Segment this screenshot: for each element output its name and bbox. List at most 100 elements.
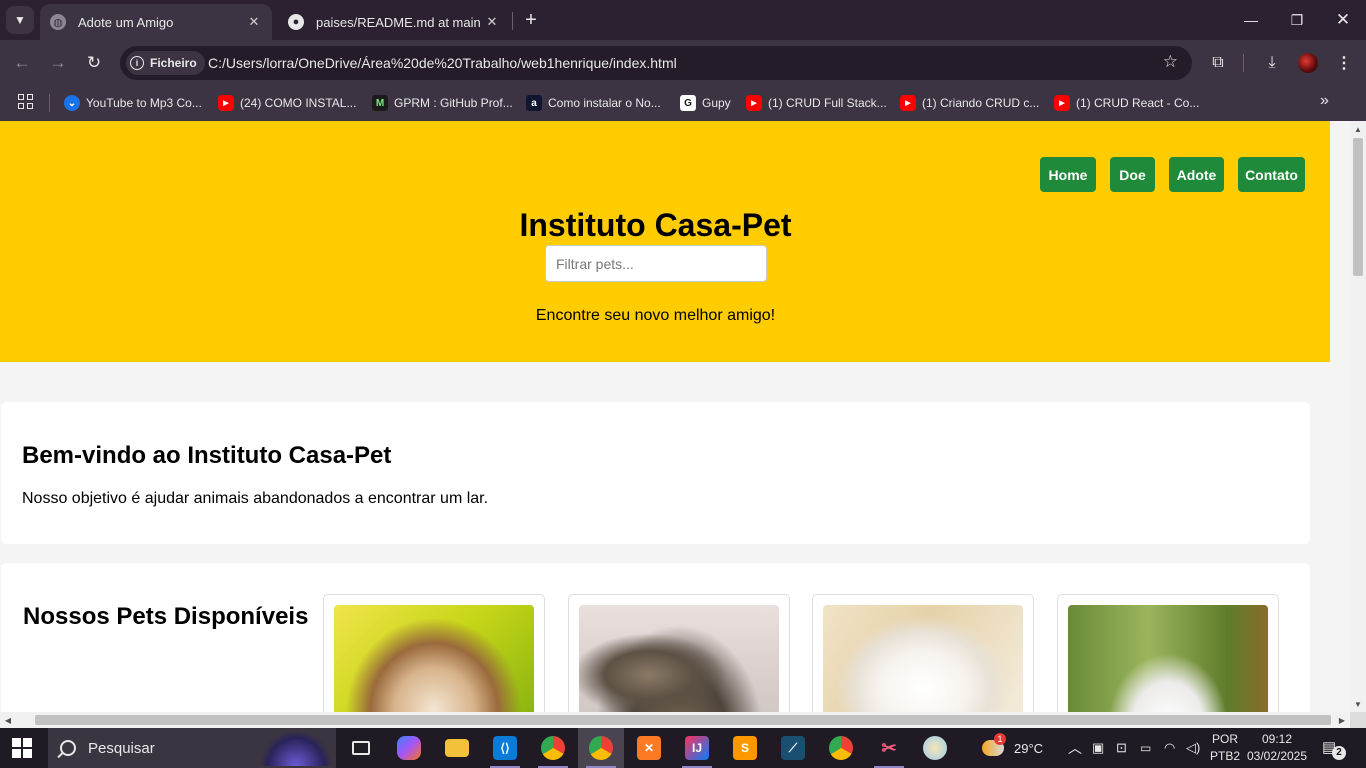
tray-overflow-icon[interactable]: ︿ xyxy=(1068,728,1082,768)
vertical-scrollbar[interactable]: ▲ ▼ xyxy=(1350,121,1366,712)
weather-temperature: 29°C xyxy=(1014,740,1044,756)
site-info-chip[interactable]: i Ficheiro xyxy=(126,51,205,75)
globe-icon: ◍ xyxy=(50,14,66,30)
tab-divider xyxy=(512,12,513,30)
bookmark-como-instalar-no[interactable]: a Como instalar o No... xyxy=(526,92,661,114)
device-icon[interactable]: ⊡ xyxy=(1116,728,1127,768)
taskbar-chrome-secondary[interactable] xyxy=(818,728,864,768)
back-button[interactable]: ← xyxy=(9,50,35,76)
weather-cloud-icon: 1 xyxy=(982,733,1006,756)
youtube-icon: ▶ xyxy=(746,95,762,111)
taskbar-xampp[interactable]: ✕ xyxy=(626,728,672,768)
bookmark-gupy[interactable]: G Gupy xyxy=(680,92,731,114)
scissors-icon: ✂ xyxy=(881,737,897,758)
tab-search-button[interactable]: ▼ xyxy=(6,6,34,34)
pet-card[interactable] xyxy=(1057,594,1279,712)
site-tagline: Encontre seu novo melhor amigo! xyxy=(535,307,776,324)
reload-button[interactable]: ↻ xyxy=(81,50,107,76)
taskbar-intellij[interactable]: IJ xyxy=(674,728,720,768)
taskbar-sublime[interactable]: S xyxy=(722,728,768,768)
scroll-up-arrow-icon[interactable]: ▲ xyxy=(1350,121,1366,137)
meet-now-icon[interactable]: ▣ xyxy=(1092,728,1104,768)
tab-strip: ▼ ◍ Adote um Amigo ✕ ● paises/README.md … xyxy=(0,0,1366,40)
mysql-workbench-icon: ⟋ xyxy=(781,736,805,760)
nav-doe-button[interactable]: Doe xyxy=(1110,157,1155,192)
pet-card[interactable] xyxy=(568,594,790,712)
paint-palette-icon xyxy=(923,736,947,760)
taskbar-mysql-workbench[interactable]: ⟋ xyxy=(770,728,816,768)
scroll-down-arrow-icon[interactable]: ▼ xyxy=(1350,696,1366,712)
close-tab-icon[interactable]: ✕ xyxy=(246,14,262,30)
address-bar[interactable]: i Ficheiro C:/Users/lorra/OneDrive/Área%… xyxy=(120,46,1192,80)
wifi-icon[interactable]: ◠ xyxy=(1164,728,1175,768)
menu-kebab-icon[interactable]: ⋮ xyxy=(1331,50,1357,76)
volume-icon[interactable]: ◁) xyxy=(1186,728,1200,768)
apps-grid-icon[interactable] xyxy=(18,94,34,110)
task-view-button[interactable] xyxy=(338,728,384,768)
close-window-button[interactable]: ✕ xyxy=(1320,0,1366,40)
bookmark-star-icon[interactable]: ☆ xyxy=(1163,52,1178,72)
horizontal-scroll-thumb[interactable] xyxy=(35,715,1331,725)
bookmark-crud-full-stack[interactable]: ▶ (1) CRUD Full Stack... xyxy=(746,92,887,114)
clock-time: 09:12 xyxy=(1261,732,1293,746)
info-icon: i xyxy=(130,56,144,70)
pets-section: Nossos Pets Disponíveis xyxy=(1,563,1310,712)
profile-avatar[interactable] xyxy=(1298,53,1318,73)
page-viewport: Home Doe Adote Contato Instituto Casa-Pe… xyxy=(0,121,1350,712)
nav-contato-button[interactable]: Contato xyxy=(1238,157,1305,192)
notification-center-icon[interactable]: ▤ 2 xyxy=(1322,738,1346,760)
taskbar-search-box[interactable]: Pesquisar xyxy=(48,728,336,768)
extensions-icon[interactable]: ⧉ xyxy=(1205,50,1231,76)
filter-pets-input[interactable] xyxy=(545,245,767,282)
taskbar-paint[interactable] xyxy=(912,728,958,768)
scroll-right-arrow-icon[interactable]: ▶ xyxy=(1334,712,1350,728)
taskbar-snipping-tool[interactable]: ✂ xyxy=(866,728,912,768)
gprm-icon: M xyxy=(372,95,388,111)
tab-adote-um-amigo[interactable]: ◍ Adote um Amigo ✕ xyxy=(40,4,272,40)
nav-adote-button[interactable]: Adote xyxy=(1169,157,1224,192)
bookmark-crud-react[interactable]: ▶ (1) CRUD React - Co... xyxy=(1054,92,1199,114)
bookmark-label: Como instalar o No... xyxy=(548,96,661,110)
horizontal-scrollbar[interactable]: ◀ ▶ xyxy=(0,712,1350,728)
xampp-icon: ✕ xyxy=(637,736,661,760)
input-language-indicator[interactable]: POR PTB2 xyxy=(1208,731,1242,765)
more-bookmarks-icon[interactable]: » xyxy=(1320,92,1329,110)
bookmark-label: YouTube to Mp3 Co... xyxy=(86,96,202,110)
youtube-icon: ▶ xyxy=(900,95,916,111)
a-letter-icon: a xyxy=(526,95,542,111)
search-highlight-art xyxy=(260,730,332,766)
task-view-icon xyxy=(352,741,370,755)
pet-card[interactable] xyxy=(323,594,545,712)
minimize-button[interactable]: — xyxy=(1228,0,1274,40)
welcome-heading: Bem-vindo ao Instituto Casa-Pet xyxy=(22,442,392,469)
chrome-icon xyxy=(829,736,853,760)
nav-home-button[interactable]: Home xyxy=(1040,157,1096,192)
taskbar-copilot[interactable] xyxy=(386,728,432,768)
copilot-icon xyxy=(397,736,421,760)
windows-start-icon[interactable] xyxy=(12,738,32,758)
restore-button[interactable]: ❐ xyxy=(1274,0,1320,40)
pet-card[interactable] xyxy=(812,594,1034,712)
new-tab-button[interactable]: + xyxy=(520,8,542,32)
weather-widget[interactable]: 1 29°C xyxy=(982,728,1043,768)
scroll-left-arrow-icon[interactable]: ◀ xyxy=(0,712,16,728)
bookmark-gprm[interactable]: M GPRM : GitHub Prof... xyxy=(372,92,513,114)
close-tab-icon[interactable]: ✕ xyxy=(484,14,500,30)
bookmark-criando-crud[interactable]: ▶ (1) Criando CRUD c... xyxy=(900,92,1039,114)
taskbar-chrome-profile[interactable] xyxy=(530,728,576,768)
url-text[interactable]: C:/Users/lorra/OneDrive/Área%20de%20Trab… xyxy=(208,55,677,71)
bookmark-youtube-to-mp3[interactable]: ⌄ YouTube to Mp3 Co... xyxy=(64,92,202,114)
system-clock[interactable]: 09:12 03/02/2025 xyxy=(1242,731,1312,765)
taskbar-chrome-active[interactable] xyxy=(578,728,624,768)
notification-count-badge: 2 xyxy=(1332,746,1346,760)
youtube-icon: ▶ xyxy=(218,95,234,111)
taskbar-file-explorer[interactable] xyxy=(434,728,480,768)
forward-button[interactable]: → xyxy=(45,50,71,76)
bookmark-como-instal[interactable]: ▶ (24) COMO INSTAL... xyxy=(218,92,356,114)
battery-icon[interactable]: ▭ xyxy=(1140,728,1151,768)
tab-github-readme[interactable]: ● paises/README.md at main · Ke ✕ xyxy=(278,4,510,40)
vertical-scroll-thumb[interactable] xyxy=(1353,138,1363,276)
download-icon[interactable]: ⤓ xyxy=(1259,50,1285,76)
taskbar-vscode[interactable]: ⟨⟩ xyxy=(482,728,528,768)
browser-toolbar: ← → ↻ i Ficheiro C:/Users/lorra/OneDrive… xyxy=(0,40,1366,86)
